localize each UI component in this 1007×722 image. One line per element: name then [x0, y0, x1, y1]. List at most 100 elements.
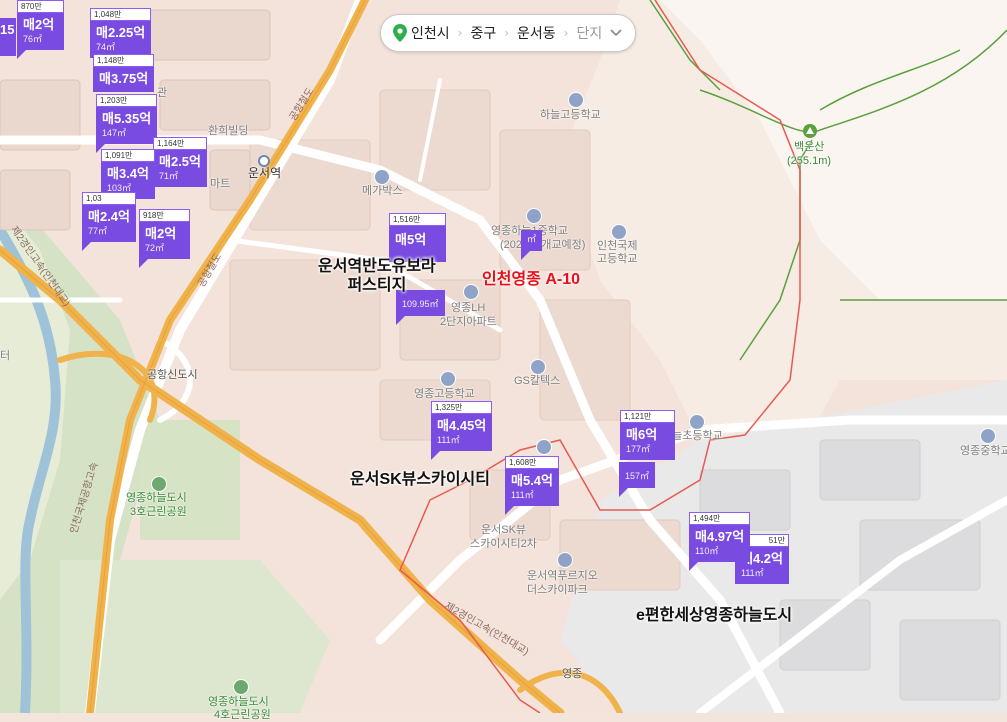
area: 71㎡ — [159, 171, 179, 181]
gs-caltex-label: GS칼텍스 — [514, 375, 561, 387]
apartment-icon[interactable] — [557, 552, 573, 568]
school-icon[interactable] — [689, 414, 705, 430]
location-pin-icon — [393, 24, 407, 42]
sale-price: 매5억 — [395, 232, 427, 247]
marker-tail — [505, 506, 514, 515]
park-4-label-2: 4호근린공원 — [214, 709, 271, 721]
sale-price: 매6억 — [626, 427, 658, 442]
sale-price: 매2.25억 — [96, 25, 146, 40]
price-marker[interactable]: 109.95㎡ — [396, 290, 445, 325]
price-per-pyeong: 1,203만 — [96, 94, 158, 107]
price-marker[interactable]: 1,203만 매5.35억 147㎡ — [96, 94, 158, 153]
marker-tail — [521, 251, 530, 260]
price-marker[interactable]: 1,148만 매3.75억 — [93, 54, 155, 92]
bando-yubora-label[interactable]: 운서역반도유보라 퍼스티지 — [318, 257, 436, 295]
breadcrumb-separator: › — [563, 26, 569, 40]
left-edge-label: 터 — [0, 350, 11, 362]
price-per-pyeong: 870만 — [17, 0, 65, 13]
breadcrumb-separator: › — [504, 26, 510, 40]
sk-sky-2-label: 운서SK뷰 — [481, 524, 527, 536]
e-pyeonhan-sesang-label[interactable]: e편한세상영종하늘도시 — [636, 606, 792, 625]
price-marker[interactable]: 1,516만 매5억 — [389, 213, 447, 262]
area: 111㎡ — [511, 490, 534, 500]
price-marker[interactable]: ㎡ — [521, 230, 543, 260]
price-per-pyeong: 1,048만 — [90, 8, 152, 21]
area: ㎡ — [527, 234, 537, 244]
school-icon[interactable] — [526, 208, 542, 224]
school-icon[interactable] — [440, 371, 456, 387]
marker-tail — [619, 488, 628, 497]
price-marker[interactable]: 1,048만 매2.25억 74㎡ — [90, 8, 152, 58]
sale-price: 매5.4억 — [511, 473, 553, 488]
haneul-middle-note: (2026년 개교예정) — [500, 239, 586, 251]
sale-price: 매5.35억 — [102, 111, 152, 126]
breadcrumb-dong[interactable]: 운서동 — [517, 23, 556, 43]
lh-apt-label: 영종LH — [451, 302, 486, 314]
incheon-intl-high-label-2: 고등학교 — [597, 253, 638, 265]
price-per-pyeong: 1,325만 — [431, 401, 493, 414]
prugio-label-2: 더스카이파크 — [527, 584, 588, 596]
price-marker[interactable]: 15 — [0, 18, 17, 56]
baegunsan-label: 백운산 — [794, 141, 825, 153]
yeongjong-middle-label: 영종중학교 — [960, 445, 1007, 457]
price-per-pyeong: 1,608만 — [505, 456, 559, 469]
marker-tail — [139, 259, 148, 268]
price-marker[interactable]: 1,121만 매6억 177㎡ — [620, 410, 676, 460]
price-marker[interactable]: 157㎡ — [619, 462, 656, 497]
area: 74㎡ — [96, 42, 116, 52]
prugio-label: 운서역푸르지오 — [527, 570, 598, 582]
school-icon[interactable] — [536, 439, 552, 455]
marker-tail — [431, 451, 440, 460]
area: 72㎡ — [145, 243, 165, 253]
sale-price: 매2.4억 — [88, 209, 130, 224]
school-icon[interactable] — [980, 428, 996, 444]
price-per-pyeong: 1,164만 — [153, 137, 207, 150]
unseo-station-label: 운서역 — [248, 166, 282, 180]
baegunsan-height: (255.1m) — [787, 155, 832, 167]
area: 109.95㎡ — [402, 299, 439, 309]
marker-tail — [82, 242, 91, 251]
area: 77㎡ — [88, 226, 108, 236]
price-marker[interactable]: 1,494만 매4.97억 110㎡ — [689, 512, 751, 571]
price-per-pyeong: 1,091만 — [101, 149, 155, 162]
park-icon[interactable] — [151, 476, 167, 492]
park-icon[interactable] — [233, 679, 249, 695]
megabox-label: 메가박스 — [362, 185, 403, 197]
yeongjong-ic-label: 영종 — [562, 668, 583, 680]
price-marker[interactable]: 1,325만 매4.45억 111㎡ — [431, 401, 493, 460]
area: 147㎡ — [102, 128, 127, 138]
price-marker[interactable]: 1,608만 매5.4억 111㎡ — [505, 456, 559, 515]
breadcrumb-complex-select[interactable]: 단지 — [576, 23, 602, 43]
incheon-yeongjong-a10-label[interactable]: 인천영종 A-10 — [482, 265, 580, 289]
gas-station-icon[interactable] — [530, 359, 546, 375]
unseo-sk-skycity-label[interactable]: 운서SK뷰스카이시티 — [350, 470, 490, 489]
mart-label: 마트 — [210, 178, 231, 190]
sale-price: 매2억 — [23, 17, 55, 32]
breadcrumb-district[interactable]: 중구 — [470, 23, 496, 43]
price-per-pyeong: 1,148만 — [93, 54, 155, 67]
price-marker[interactable]: 918만 매2억 72㎡ — [139, 209, 191, 268]
apartment-icon[interactable] — [463, 284, 479, 300]
chevron-down-icon[interactable] — [610, 29, 622, 37]
school-icon[interactable] — [611, 224, 627, 240]
area: 110㎡ — [695, 546, 719, 556]
yeongjong-high-label: 영종고등학교 — [414, 388, 475, 400]
area: 177㎡ — [626, 444, 651, 454]
price-marker[interactable]: 1,03 매2.4억 77㎡ — [82, 192, 136, 251]
sale-price: 매3.4억 — [107, 166, 149, 181]
breadcrumb-province[interactable]: 인천시 — [411, 23, 450, 43]
price-marker[interactable]: 1,164만 매2.5억 71㎡ — [153, 137, 207, 187]
marker-tail — [396, 316, 405, 325]
sale-price: 15 — [0, 22, 15, 37]
price-per-pyeong: 918만 — [139, 209, 191, 222]
sale-price: 매2억 — [145, 226, 177, 241]
price-per-pyeong: 1,121만 — [620, 410, 676, 423]
school-icon[interactable] — [568, 92, 584, 108]
park-3-label-2: 3호근린공원 — [130, 506, 187, 518]
haneul-high-label: 하늘고등학교 — [540, 109, 601, 121]
price-marker[interactable]: 870만 매2억 76㎡ — [17, 0, 65, 59]
price-per-pyeong: 1,516만 — [389, 213, 447, 226]
cinema-icon[interactable] — [374, 169, 390, 185]
park-3-label: 영종하늘도시 — [126, 492, 187, 504]
area: 111㎡ — [437, 435, 460, 445]
